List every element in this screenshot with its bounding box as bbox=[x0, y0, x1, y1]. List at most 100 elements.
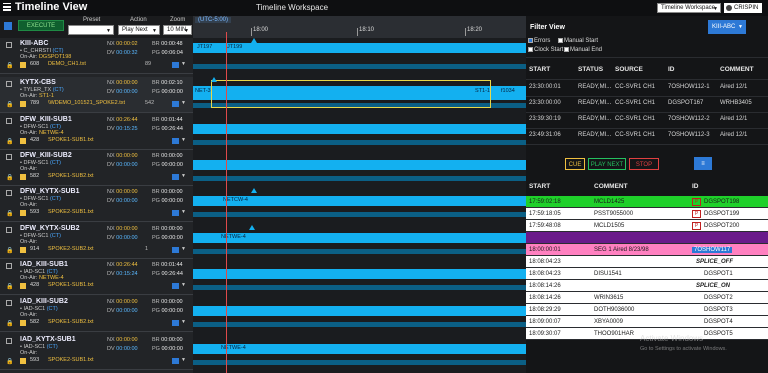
cue-marker[interactable] bbox=[211, 77, 217, 82]
schedule-row[interactable]: 18:08:04:23 SPLICE_OFF bbox=[526, 256, 768, 268]
chevron-down-icon[interactable]: ▼ bbox=[181, 357, 186, 363]
channel-checkbox[interactable] bbox=[6, 42, 12, 48]
playlist-icon[interactable] bbox=[172, 174, 179, 180]
channel-checkbox[interactable] bbox=[6, 81, 12, 87]
channel-row[interactable]: DFW_KIII-SUB2 • DFW-SC1 (CT) On-Air: 🔒 582 S… bbox=[0, 150, 193, 186]
channel-row[interactable]: DFW_KYTX-SUB2 • DFW-SC1 (CT) On-Air: 🔒 914 S… bbox=[0, 223, 193, 259]
event-bar[interactable] bbox=[193, 124, 526, 134]
channel-checkbox[interactable] bbox=[6, 190, 12, 196]
secondary-event-bar[interactable] bbox=[193, 360, 526, 365]
lock-icon[interactable]: 🔒 bbox=[6, 358, 13, 365]
lock-icon[interactable]: 🔒 bbox=[6, 247, 13, 254]
schedule-row[interactable]: 18:08:14:26 SPLICE_ON bbox=[526, 280, 768, 292]
schedule-row[interactable]: 17:59:02:18 MCLD1425 P DGSPOT198 bbox=[526, 196, 768, 208]
playlist-icon[interactable] bbox=[172, 138, 179, 144]
secondary-event-bar[interactable] bbox=[193, 64, 526, 69]
chevron-down-icon[interactable]: ▼ bbox=[181, 173, 186, 179]
chevron-down-icon[interactable]: ▼ bbox=[181, 282, 186, 288]
schedule-row[interactable] bbox=[526, 232, 768, 244]
schedule-row[interactable]: 17:59:48:08 MCLD1505 P DGSPOT200 bbox=[526, 220, 768, 232]
channel-row[interactable]: DFW_KIII-SUB1 • DFW-SC1 (CT) On-Air: NETWE… bbox=[0, 114, 193, 150]
lock-icon[interactable]: 🔒 bbox=[6, 138, 13, 145]
play-next-button[interactable]: PLAY NEXT bbox=[588, 158, 626, 170]
playlist-file[interactable]: \WDEMO_101521_SPOKE2.txt bbox=[48, 100, 125, 106]
list-icon[interactable] bbox=[4, 22, 12, 30]
manual-start-checkbox[interactable]: Manual Start bbox=[558, 38, 598, 44]
channel-row[interactable]: IAD_KIII-SUB1 • IAD-SC1 (CT) On-Air: NETWE… bbox=[0, 259, 193, 295]
br-stat: BR 00:01:44 bbox=[152, 117, 183, 123]
channel-row[interactable]: IAD_KYTX-SUB1 • IAD-SC1 (CT) On-Air: 🔒 593 S… bbox=[0, 334, 193, 370]
secondary-event-bar[interactable] bbox=[193, 285, 526, 290]
event-bar[interactable] bbox=[193, 269, 526, 279]
playlist-file[interactable]: DEMO_CH1.txt bbox=[48, 61, 86, 67]
schedule-row[interactable]: 18:09:00:07 XBYA0009 DGSPOT4 bbox=[526, 316, 768, 328]
lock-icon[interactable]: 🔒 bbox=[6, 174, 13, 181]
chevron-down-icon[interactable]: ▼ bbox=[181, 137, 186, 143]
playlist-file[interactable]: SPOKE1-SUB1.txt bbox=[48, 282, 94, 288]
channel-checkbox[interactable] bbox=[6, 300, 12, 306]
lock-icon[interactable]: 🔒 bbox=[6, 101, 13, 108]
menu-icon[interactable] bbox=[3, 3, 11, 11]
lock-icon[interactable]: 🔒 bbox=[6, 320, 13, 327]
chevron-down-icon[interactable]: ▼ bbox=[181, 100, 186, 106]
stop-button[interactable]: STOP bbox=[629, 158, 659, 170]
channel-row[interactable]: IAD_KIII-SUB2 • IAD-SC1 (CT) On-Air: 🔒 582 S… bbox=[0, 296, 193, 332]
chevron-down-icon[interactable]: ▼ bbox=[181, 209, 186, 215]
schedule-row[interactable]: 18:08:04:23 DISU1541 DGSPOT1 bbox=[526, 268, 768, 280]
playlist-file[interactable]: SPOKE1-SUB2.txt bbox=[48, 319, 94, 325]
action-select[interactable]: Play Next ▼ bbox=[118, 25, 160, 35]
channel-row[interactable]: KIII-ABC • C_CHRSTI (CT) On-Air: DGSPOT198… bbox=[0, 38, 193, 74]
playlist-icon[interactable] bbox=[172, 247, 179, 253]
schedule-list-icon[interactable]: ≡ bbox=[694, 157, 712, 170]
zoom-select[interactable]: 10 MIN ▼ bbox=[163, 25, 192, 35]
cue-marker[interactable] bbox=[251, 38, 257, 43]
lock-icon[interactable]: 🔒 bbox=[6, 283, 13, 290]
errors-checkbox[interactable]: Errors bbox=[528, 38, 550, 44]
playlist-icon[interactable] bbox=[172, 283, 179, 289]
schedule-row[interactable]: 18:08:14:26 WRIN3615 DGSPOT2 bbox=[526, 292, 768, 304]
playlist-file[interactable]: SPOKE1-SUB2.txt bbox=[48, 173, 94, 179]
event-bar[interactable] bbox=[193, 160, 526, 170]
chevron-down-icon[interactable]: ▼ bbox=[181, 319, 186, 325]
preset-select[interactable]: ▼ bbox=[68, 25, 114, 35]
playlist-file[interactable]: SPOKE2-SUB2.txt bbox=[48, 246, 94, 252]
channel-row[interactable]: DFW_KYTX-SUB1 • DFW-SC1 (CT) On-Air: 🔒 593 S… bbox=[0, 186, 193, 222]
lock-icon[interactable]: 🔒 bbox=[6, 210, 13, 217]
channel-row[interactable]: KYTX-CBS • TYLER_TX (CT) On-Air: ST1-1 🔒 789… bbox=[0, 77, 193, 113]
channel-checkbox[interactable] bbox=[6, 338, 12, 344]
playlist-icon[interactable] bbox=[172, 320, 179, 326]
schedule-row[interactable]: 18:00:00:01 SEG 1 Aired 8/23/98 7OSHOW117 bbox=[526, 244, 768, 256]
workspace-select[interactable]: Timeline Workspace ▼ bbox=[657, 3, 721, 13]
schedule-row[interactable]: 17:59:18:05 PSST9055000 P DGSPOT199 bbox=[526, 208, 768, 220]
lock-icon[interactable]: 🔒 bbox=[6, 62, 13, 69]
channel-checkbox[interactable] bbox=[6, 227, 12, 233]
filter-channel-select[interactable]: KIII-ABC ▼ bbox=[708, 20, 746, 34]
chevron-down-icon[interactable]: ▼ bbox=[181, 246, 186, 252]
playlist-file[interactable]: SPOKE1-SUB1.txt bbox=[48, 137, 94, 143]
channel-checkbox[interactable] bbox=[6, 154, 12, 160]
manual-end-checkbox[interactable]: Manual End bbox=[564, 47, 602, 53]
playlist-icon[interactable] bbox=[172, 62, 179, 68]
execute-button[interactable]: EXECUTE bbox=[18, 20, 64, 31]
secondary-event-bar[interactable] bbox=[193, 322, 526, 327]
cue-button[interactable]: CUE bbox=[565, 158, 585, 170]
channel-checkbox[interactable] bbox=[6, 263, 12, 269]
playlist-icon[interactable] bbox=[172, 101, 179, 107]
playlist-file[interactable]: SPOKE2-SUB1.txt bbox=[48, 209, 94, 215]
event-bar[interactable] bbox=[193, 43, 526, 53]
playlist-icon[interactable] bbox=[172, 210, 179, 216]
channel-checkbox[interactable] bbox=[6, 118, 12, 124]
secondary-event-bar[interactable] bbox=[193, 212, 526, 217]
playlist-icon[interactable] bbox=[172, 358, 179, 364]
secondary-event-bar[interactable] bbox=[193, 176, 526, 181]
schedule-row[interactable]: 18:08:29:29 DOTH9036000 DGSPOT3 bbox=[526, 304, 768, 316]
cue-marker[interactable] bbox=[249, 225, 255, 230]
chevron-down-icon[interactable]: ▼ bbox=[181, 61, 186, 67]
secondary-event-bar[interactable] bbox=[193, 140, 526, 145]
event-bar[interactable] bbox=[193, 306, 526, 316]
cue-marker[interactable] bbox=[251, 188, 257, 193]
user-button[interactable]: CRISPIN bbox=[724, 3, 762, 13]
playlist-file[interactable]: SPOKE2-SUB1.txt bbox=[48, 357, 94, 363]
clock-start-checkbox[interactable]: Clock Start bbox=[528, 47, 563, 53]
secondary-event-bar[interactable] bbox=[193, 249, 526, 254]
